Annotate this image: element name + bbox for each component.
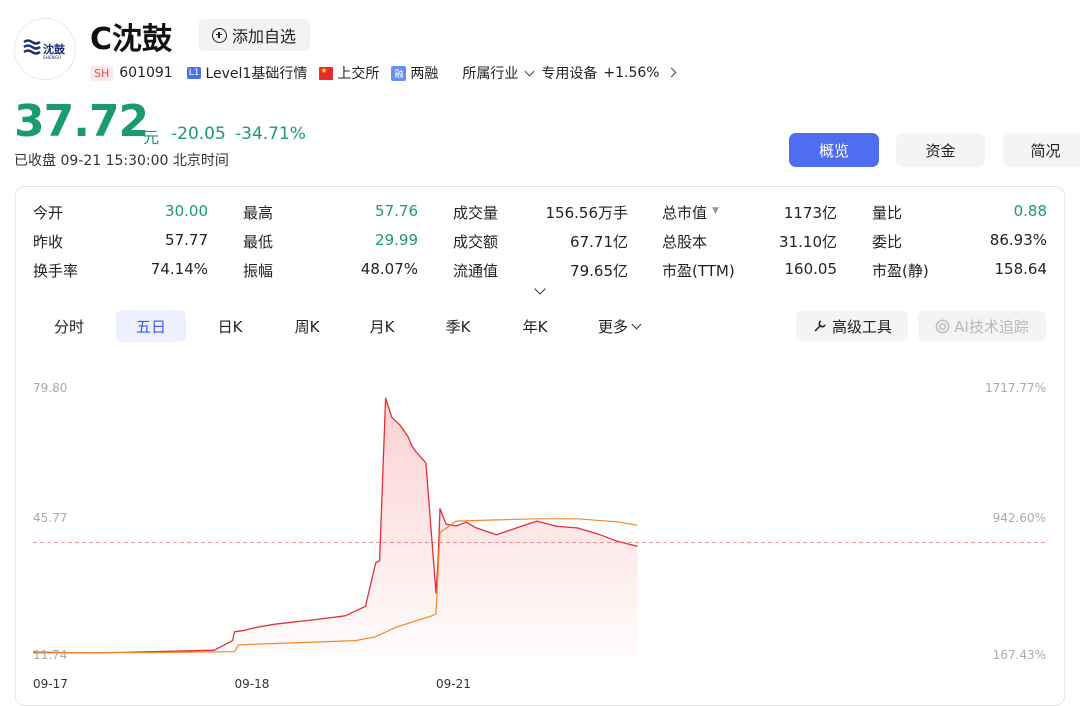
stock-logo: 沈鼓 SHENGU <box>14 18 76 80</box>
five-day-chart[interactable]: 79.80 45.77 11.74 1717.77% 942.60% 167.43% 09-… <box>0 360 1080 695</box>
industry-name[interactable]: 专用设备 <box>541 63 597 83</box>
close-timezone: 北京时间 <box>172 153 229 169</box>
quote-value: 158.64 <box>994 260 1048 278</box>
ai-tracking-label: AI技术追踪 <box>954 317 1029 336</box>
quote-label: 最高 <box>243 204 274 222</box>
tab-profile[interactable]: 简况 <box>1003 133 1080 167</box>
tab-daily-k[interactable]: 日K <box>195 310 265 342</box>
price-change-pct: -34.71% <box>235 124 306 144</box>
quote-label: 市盈(TTM) <box>662 262 735 280</box>
price-change: -20.05 <box>171 124 226 144</box>
quote-label: 换手率 <box>33 262 79 280</box>
ai-tracking-button[interactable]: AI技术追踪 <box>918 311 1046 341</box>
tab-quarterly-k-label: 季K <box>445 317 471 336</box>
advanced-tools-label: 高级工具 <box>831 317 892 336</box>
stock-tags: SH 601091 L1 Level1基础行情 上交所 融 两融 所属行业 专用… <box>90 62 677 84</box>
quote-label: 总股本 <box>662 233 708 251</box>
quote-label: 昨收 <box>33 233 64 251</box>
wave-logo-icon <box>23 39 41 55</box>
quote-value: 1173亿 <box>783 204 837 222</box>
tab-yearly-k[interactable]: 年K <box>503 310 567 342</box>
x-tick-label: 09-17 <box>33 677 68 691</box>
caret-down-icon[interactable]: ▼ <box>712 206 719 216</box>
close-status: 已收盘 09-21 15:30:00 北京时间 <box>14 150 229 170</box>
tab-five-day[interactable]: 五日 <box>116 310 186 342</box>
quote-value: 57.76 <box>375 202 418 220</box>
tab-weekly-k-label: 周K <box>294 317 320 336</box>
quote-value: 160.05 <box>784 260 838 278</box>
tab-overview[interactable]: 概览 <box>789 133 879 167</box>
market-badge: SH <box>90 65 114 81</box>
stock-name: C沈鼓 <box>90 22 173 57</box>
y-tick-label-right: 942.60% <box>993 511 1046 525</box>
quote-value: 156.56万手 <box>545 204 629 222</box>
tab-intraday-label: 分时 <box>53 317 84 336</box>
tab-daily-k-label: 日K <box>217 317 243 336</box>
china-flag-icon <box>319 66 334 80</box>
exchange-label: 上交所 <box>337 66 380 82</box>
add-watchlist-label: 添加自选 <box>231 27 296 46</box>
quote-value: 79.65亿 <box>570 262 628 280</box>
industry-dropdown[interactable]: 所属行业 <box>462 63 518 83</box>
quote-value: 29.99 <box>375 231 418 249</box>
stock-code: 601091 <box>119 65 173 81</box>
y-tick-label-right: 1717.77% <box>985 381 1046 395</box>
y-tick-label-left: 11.74 <box>33 648 67 662</box>
tab-weekly-k[interactable]: 周K <box>272 310 342 342</box>
tab-more[interactable]: 更多 <box>582 310 656 342</box>
quote-label: 成交额 <box>453 233 499 251</box>
tab-monthly-k[interactable]: 月K <box>350 310 414 342</box>
quote-value: 48.07% <box>360 260 418 278</box>
quote-label[interactable]: 总市值 <box>662 202 707 223</box>
level1-label[interactable]: Level1基础行情 <box>205 63 307 83</box>
chevron-right-icon[interactable] <box>666 67 677 78</box>
tab-monthly-k-label: 月K <box>369 317 395 336</box>
current-price: 37.72 <box>14 96 149 147</box>
tab-more-label: 更多 <box>597 317 628 336</box>
quote-value: 31.10亿 <box>779 233 837 251</box>
y-tick-label-left: 79.80 <box>33 381 67 395</box>
tab-five-day-label: 五日 <box>135 317 166 336</box>
tab-quarterly-k[interactable]: 季K <box>426 310 490 342</box>
quote-label: 最低 <box>243 233 274 251</box>
quote-label: 成交量 <box>453 204 499 222</box>
price-unit: 元 <box>143 128 160 147</box>
chevron-down-icon <box>631 319 642 329</box>
quote-label: 振幅 <box>243 262 274 280</box>
advanced-tools-button[interactable]: 高级工具 <box>796 311 908 341</box>
y-tick-label-right: 167.43% <box>993 648 1046 662</box>
quote-label: 市盈(静) <box>872 262 929 280</box>
quote-value: 57.77 <box>165 231 208 249</box>
plus-circle-icon <box>211 27 227 43</box>
quote-label: 流通值 <box>453 262 499 280</box>
x-tick-label: 09-21 <box>436 677 471 691</box>
chevron-down-icon[interactable] <box>524 66 535 77</box>
y-tick-label-left: 45.77 <box>33 511 67 525</box>
quote-value: 74.14% <box>150 260 208 278</box>
tool-icon <box>814 320 826 332</box>
level1-icon: L1 <box>186 67 202 79</box>
close-status-text: 已收盘 <box>14 153 56 169</box>
industry-change[interactable]: +1.56% <box>603 65 659 81</box>
ai-target-icon <box>935 319 950 333</box>
quote-label: 委比 <box>872 233 903 251</box>
close-time: 09-21 15:30:00 <box>60 153 169 169</box>
quote-value: 30.00 <box>165 202 208 220</box>
add-watchlist-button[interactable]: 添加自选 <box>198 19 310 51</box>
x-tick-label: 09-18 <box>235 677 270 691</box>
logo-subtext: SHENGU <box>43 55 62 60</box>
quote-label: 量比 <box>872 204 903 222</box>
quote-value: 0.88 <box>1013 202 1047 220</box>
quote-value: 86.93% <box>989 231 1047 249</box>
tab-yearly-k-label: 年K <box>522 317 548 336</box>
margin-label: 两融 <box>410 66 439 82</box>
quote-value: 67.71亿 <box>570 233 628 251</box>
margin-icon: 融 <box>391 65 407 81</box>
tab-funds[interactable]: 资金 <box>896 133 985 167</box>
quote-label: 今开 <box>33 204 64 222</box>
tab-intraday[interactable]: 分时 <box>37 310 101 342</box>
